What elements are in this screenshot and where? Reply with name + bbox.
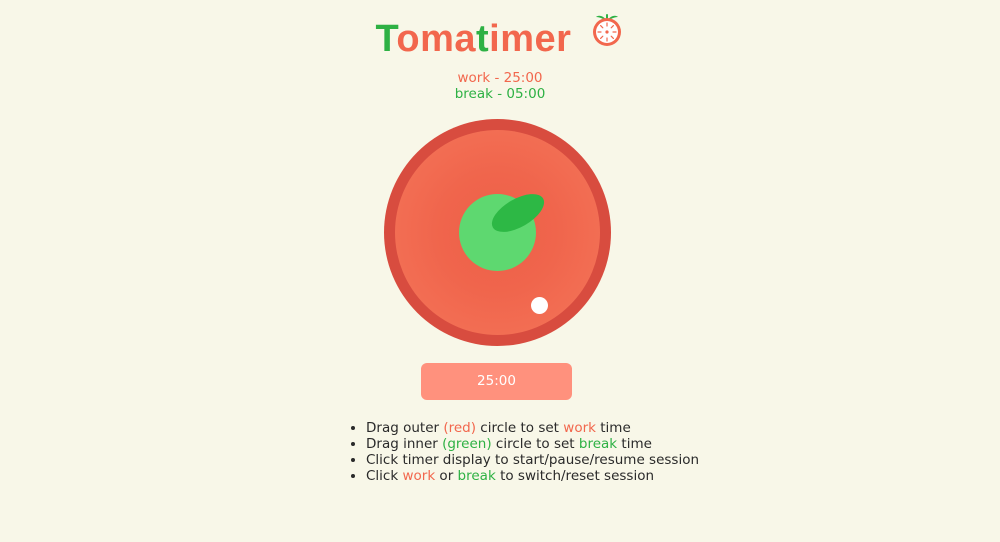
instruction-text: time xyxy=(595,420,631,436)
title-part: T xyxy=(375,17,397,60)
session-durations: work - 25:00 break - 05:00 xyxy=(0,70,1000,102)
instruction-text: or xyxy=(435,468,458,484)
timer-display-button[interactable]: 25:00 xyxy=(421,363,572,400)
title-part: t xyxy=(476,17,490,60)
instruction-text: Click xyxy=(366,468,403,484)
list-item: Drag outer (red) circle to set work time xyxy=(366,420,699,436)
break-duration-label[interactable]: break - 05:00 xyxy=(0,86,1000,102)
drag-handle[interactable] xyxy=(531,297,548,314)
tomato-icon xyxy=(589,11,625,58)
title-part: imer xyxy=(489,17,572,60)
tomato-dial xyxy=(384,119,611,346)
instruction-text: time xyxy=(617,436,652,452)
instruction-text: circle to set xyxy=(491,436,579,452)
instruction-text: Drag inner xyxy=(366,436,443,452)
instruction-highlight: work xyxy=(402,468,436,484)
instruction-text: Drag outer xyxy=(366,420,444,436)
instruction-text: to switch/reset session xyxy=(495,468,655,484)
list-item: Click work or break to switch/reset sess… xyxy=(366,468,699,484)
title-part: oma xyxy=(396,17,477,60)
instruction-text: Click timer display to start/pause/resum… xyxy=(366,452,700,468)
work-duration-label[interactable]: work - 25:00 xyxy=(0,70,1000,86)
instruction-highlight: break xyxy=(457,468,496,484)
list-item: Click timer display to start/pause/resum… xyxy=(366,452,699,468)
app-title: Tomatimer xyxy=(0,14,1000,62)
instruction-highlight: (red) xyxy=(443,420,477,436)
instructions-list: Drag outer (red) circle to set work time… xyxy=(348,420,699,484)
app-title-text: Tomatimer xyxy=(375,16,571,62)
instruction-highlight: break xyxy=(578,436,618,452)
instruction-text: circle to set xyxy=(476,420,564,436)
instruction-highlight: (green) xyxy=(442,436,492,452)
instruction-highlight: work xyxy=(563,420,596,436)
list-item: Drag inner (green) circle to set break t… xyxy=(366,436,699,452)
